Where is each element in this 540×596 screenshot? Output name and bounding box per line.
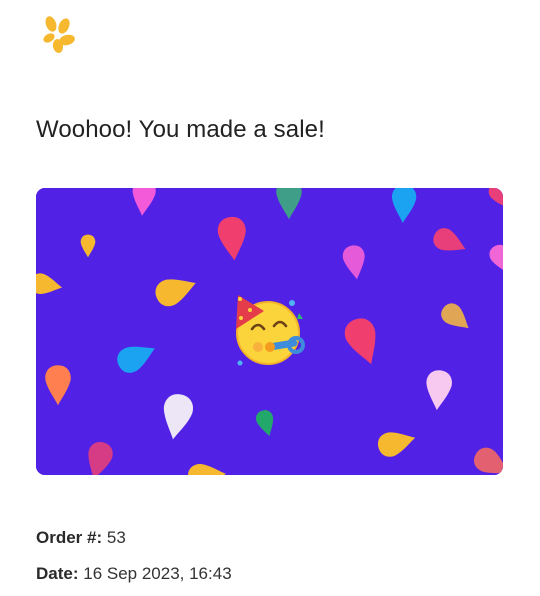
order-number-value: 53 (106, 528, 126, 547)
order-date-row: Date: 16 Sep 2023, 16:43 (36, 560, 232, 596)
sale-headline: Woohoo! You made a sale! (36, 116, 325, 143)
confetti-illustration (36, 188, 503, 475)
order-details: Order #: 53 Date: 16 Sep 2023, 16:43 (36, 524, 232, 596)
order-date-value: 16 Sep 2023, 16:43 (83, 564, 232, 583)
logo (40, 14, 76, 54)
celebration-banner (36, 188, 503, 475)
order-number-row: Order #: 53 (36, 524, 232, 560)
confetti-petal-logo-icon (43, 16, 75, 53)
order-date-label: Date: (36, 564, 84, 583)
order-number-label: Order #: (36, 528, 107, 547)
